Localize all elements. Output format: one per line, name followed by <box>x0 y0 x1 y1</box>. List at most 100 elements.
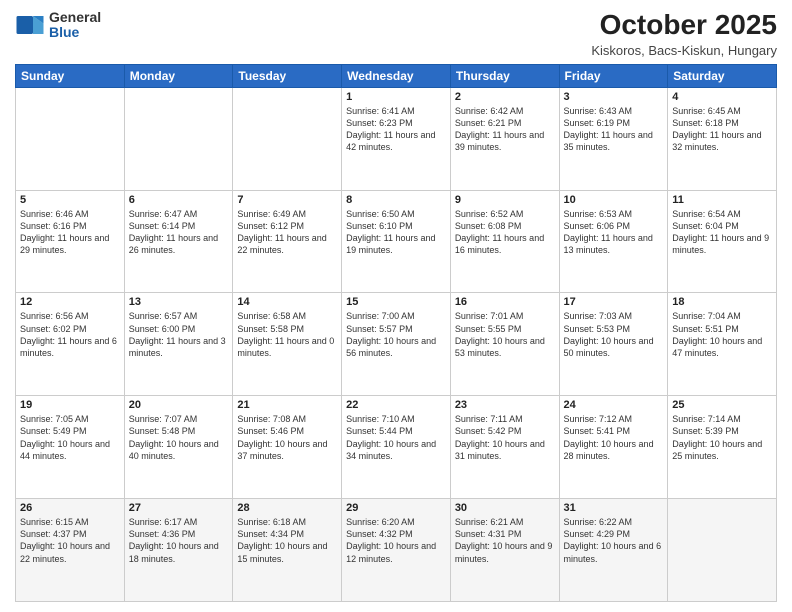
day-info: Sunrise: 7:10 AM Sunset: 5:44 PM Dayligh… <box>346 413 446 462</box>
day-info: Sunrise: 6:18 AM Sunset: 4:34 PM Dayligh… <box>237 516 337 565</box>
day-header-monday: Monday <box>124 64 233 87</box>
day-header-tuesday: Tuesday <box>233 64 342 87</box>
day-header-thursday: Thursday <box>450 64 559 87</box>
calendar-header-row: SundayMondayTuesdayWednesdayThursdayFrid… <box>16 64 777 87</box>
day-info: Sunrise: 6:49 AM Sunset: 6:12 PM Dayligh… <box>237 208 337 257</box>
day-info: Sunrise: 6:43 AM Sunset: 6:19 PM Dayligh… <box>564 105 664 154</box>
day-info: Sunrise: 7:03 AM Sunset: 5:53 PM Dayligh… <box>564 310 664 359</box>
day-number: 28 <box>237 502 337 514</box>
day-info: Sunrise: 6:58 AM Sunset: 5:58 PM Dayligh… <box>237 310 337 359</box>
calendar-cell: 6 Sunrise: 6:47 AM Sunset: 6:14 PM Daylig… <box>124 190 233 293</box>
calendar-cell: 25 Sunrise: 7:14 AM Sunset: 5:39 PM Dayli… <box>668 396 777 499</box>
day-number: 22 <box>346 399 446 411</box>
day-info: Sunrise: 6:42 AM Sunset: 6:21 PM Dayligh… <box>455 105 555 154</box>
day-info: Sunrise: 6:53 AM Sunset: 6:06 PM Dayligh… <box>564 208 664 257</box>
day-number: 3 <box>564 91 664 103</box>
calendar-cell <box>16 87 125 190</box>
week-row-4: 19 Sunrise: 7:05 AM Sunset: 5:49 PM Dayli… <box>16 396 777 499</box>
calendar-cell: 4 Sunrise: 6:45 AM Sunset: 6:18 PM Daylig… <box>668 87 777 190</box>
header: General Blue October 2025 Kiskoros, Bacs… <box>15 10 777 58</box>
calendar-cell: 8 Sunrise: 6:50 AM Sunset: 6:10 PM Daylig… <box>342 190 451 293</box>
logo: General Blue <box>15 10 101 41</box>
page: General Blue October 2025 Kiskoros, Bacs… <box>0 0 792 612</box>
day-number: 14 <box>237 296 337 308</box>
day-info: Sunrise: 7:05 AM Sunset: 5:49 PM Dayligh… <box>20 413 120 462</box>
calendar-cell: 3 Sunrise: 6:43 AM Sunset: 6:19 PM Daylig… <box>559 87 668 190</box>
day-number: 19 <box>20 399 120 411</box>
logo-blue-text: Blue <box>49 25 101 40</box>
day-number: 17 <box>564 296 664 308</box>
day-number: 12 <box>20 296 120 308</box>
day-info: Sunrise: 7:00 AM Sunset: 5:57 PM Dayligh… <box>346 310 446 359</box>
location: Kiskoros, Bacs-Kiskun, Hungary <box>591 43 777 58</box>
calendar-cell <box>124 87 233 190</box>
day-number: 25 <box>672 399 772 411</box>
calendar-cell: 16Sunrise: 7:01 AM Sunset: 5:55 PM Dayli… <box>450 293 559 396</box>
day-info: Sunrise: 7:04 AM Sunset: 5:51 PM Dayligh… <box>672 310 772 359</box>
week-row-5: 26 Sunrise: 6:15 AM Sunset: 4:37 PM Dayli… <box>16 499 777 602</box>
day-number: 27 <box>129 502 229 514</box>
calendar-cell: 30Sunrise: 6:21 AM Sunset: 4:31 PM Dayli… <box>450 499 559 602</box>
day-info: Sunrise: 6:56 AM Sunset: 6:02 PM Dayligh… <box>20 310 120 359</box>
day-info: Sunrise: 6:46 AM Sunset: 6:16 PM Dayligh… <box>20 208 120 257</box>
day-info: Sunrise: 6:45 AM Sunset: 6:18 PM Dayligh… <box>672 105 772 154</box>
week-row-1: 1 Sunrise: 6:41 AM Sunset: 6:23 PM Daylig… <box>16 87 777 190</box>
calendar-table: SundayMondayTuesdayWednesdayThursdayFrid… <box>15 64 777 602</box>
day-number: 26 <box>20 502 120 514</box>
calendar-cell: 29Sunrise: 6:20 AM Sunset: 4:32 PM Dayli… <box>342 499 451 602</box>
day-number: 15 <box>346 296 446 308</box>
day-info: Sunrise: 6:47 AM Sunset: 6:14 PM Dayligh… <box>129 208 229 257</box>
calendar-cell: 18 Sunrise: 7:04 AM Sunset: 5:51 PM Dayli… <box>668 293 777 396</box>
day-header-wednesday: Wednesday <box>342 64 451 87</box>
day-number: 8 <box>346 194 446 206</box>
calendar-cell: 23Sunrise: 7:11 AM Sunset: 5:42 PM Dayli… <box>450 396 559 499</box>
day-number: 7 <box>237 194 337 206</box>
calendar-cell: 13Sunrise: 6:57 AM Sunset: 6:00 PM Dayli… <box>124 293 233 396</box>
day-info: Sunrise: 6:57 AM Sunset: 6:00 PM Dayligh… <box>129 310 229 359</box>
day-info: Sunrise: 6:54 AM Sunset: 6:04 PM Dayligh… <box>672 208 772 257</box>
day-info: Sunrise: 7:12 AM Sunset: 5:41 PM Dayligh… <box>564 413 664 462</box>
day-number: 11 <box>672 194 772 206</box>
day-header-sunday: Sunday <box>16 64 125 87</box>
calendar-cell: 31Sunrise: 6:22 AM Sunset: 4:29 PM Dayli… <box>559 499 668 602</box>
day-number: 21 <box>237 399 337 411</box>
day-info: Sunrise: 6:21 AM Sunset: 4:31 PM Dayligh… <box>455 516 555 565</box>
calendar-cell: 2Sunrise: 6:42 AM Sunset: 6:21 PM Daylig… <box>450 87 559 190</box>
calendar-cell: 15 Sunrise: 7:00 AM Sunset: 5:57 PM Dayli… <box>342 293 451 396</box>
day-info: Sunrise: 7:01 AM Sunset: 5:55 PM Dayligh… <box>455 310 555 359</box>
calendar-cell <box>233 87 342 190</box>
day-number: 31 <box>564 502 664 514</box>
day-number: 20 <box>129 399 229 411</box>
day-info: Sunrise: 7:11 AM Sunset: 5:42 PM Dayligh… <box>455 413 555 462</box>
calendar-cell: 10Sunrise: 6:53 AM Sunset: 6:06 PM Dayli… <box>559 190 668 293</box>
calendar-cell: 19 Sunrise: 7:05 AM Sunset: 5:49 PM Dayli… <box>16 396 125 499</box>
day-info: Sunrise: 6:52 AM Sunset: 6:08 PM Dayligh… <box>455 208 555 257</box>
day-info: Sunrise: 6:15 AM Sunset: 4:37 PM Dayligh… <box>20 516 120 565</box>
calendar-cell: 21Sunrise: 7:08 AM Sunset: 5:46 PM Dayli… <box>233 396 342 499</box>
calendar-cell <box>668 499 777 602</box>
day-info: Sunrise: 7:14 AM Sunset: 5:39 PM Dayligh… <box>672 413 772 462</box>
day-info: Sunrise: 6:20 AM Sunset: 4:32 PM Dayligh… <box>346 516 446 565</box>
calendar-cell: 5 Sunrise: 6:46 AM Sunset: 6:16 PM Daylig… <box>16 190 125 293</box>
month-title: October 2025 <box>591 10 777 41</box>
day-number: 1 <box>346 91 446 103</box>
calendar-cell: 28 Sunrise: 6:18 AM Sunset: 4:34 PM Dayli… <box>233 499 342 602</box>
day-info: Sunrise: 6:17 AM Sunset: 4:36 PM Dayligh… <box>129 516 229 565</box>
day-number: 6 <box>129 194 229 206</box>
day-number: 4 <box>672 91 772 103</box>
calendar-cell: 7 Sunrise: 6:49 AM Sunset: 6:12 PM Daylig… <box>233 190 342 293</box>
calendar-cell: 12 Sunrise: 6:56 AM Sunset: 6:02 PM Dayli… <box>16 293 125 396</box>
logo-text: General Blue <box>49 10 101 41</box>
calendar-cell: 26 Sunrise: 6:15 AM Sunset: 4:37 PM Dayli… <box>16 499 125 602</box>
calendar-cell: 1 Sunrise: 6:41 AM Sunset: 6:23 PM Daylig… <box>342 87 451 190</box>
day-info: Sunrise: 6:41 AM Sunset: 6:23 PM Dayligh… <box>346 105 446 154</box>
calendar-cell: 24 Sunrise: 7:12 AM Sunset: 5:41 PM Dayli… <box>559 396 668 499</box>
calendar-cell: 17 Sunrise: 7:03 AM Sunset: 5:53 PM Dayli… <box>559 293 668 396</box>
day-number: 24 <box>564 399 664 411</box>
day-number: 18 <box>672 296 772 308</box>
day-info: Sunrise: 6:50 AM Sunset: 6:10 PM Dayligh… <box>346 208 446 257</box>
calendar-cell: 9Sunrise: 6:52 AM Sunset: 6:08 PM Daylig… <box>450 190 559 293</box>
calendar-cell: 22 Sunrise: 7:10 AM Sunset: 5:44 PM Dayli… <box>342 396 451 499</box>
calendar-cell: 14 Sunrise: 6:58 AM Sunset: 5:58 PM Dayli… <box>233 293 342 396</box>
day-number: 5 <box>20 194 120 206</box>
